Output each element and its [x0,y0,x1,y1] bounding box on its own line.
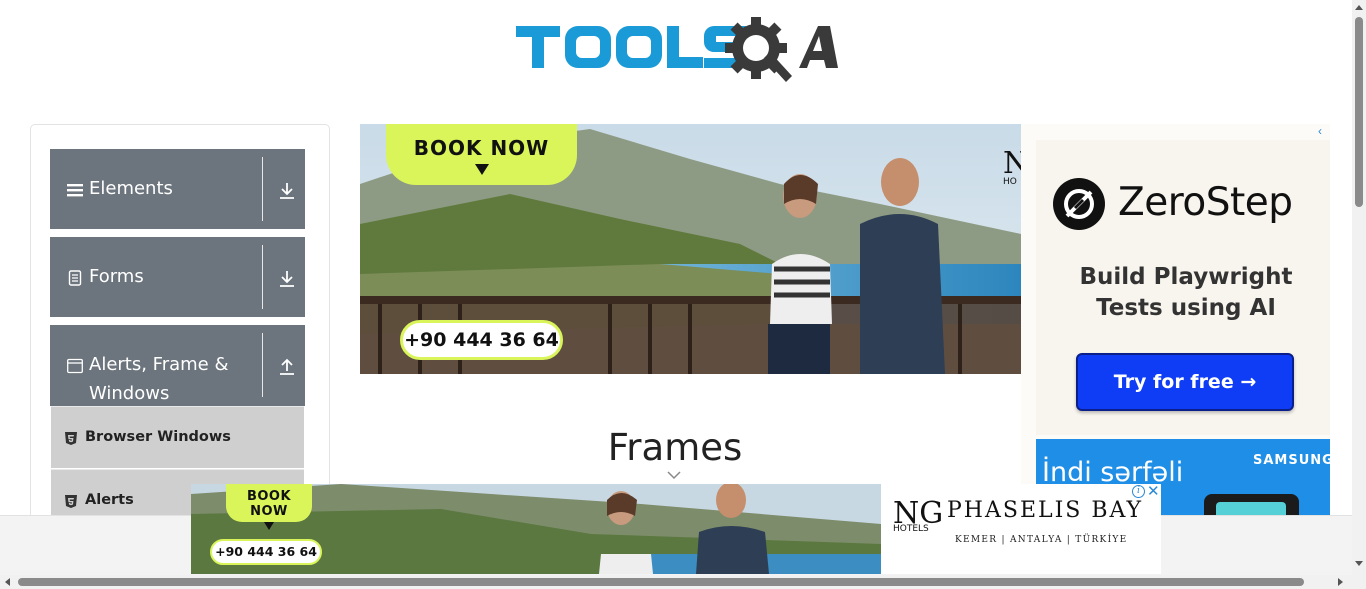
menu-item-label: Alerts [85,492,134,508]
divider [262,333,263,397]
divider [262,245,263,309]
toolsqa-logo[interactable] [516,14,841,92]
hotel-location: KEMER | ANTALYA | TÜRKİYE [955,535,1128,545]
phone-image [1204,494,1299,515]
download-arrow-icon[interactable] [278,182,296,200]
scroll-left-icon[interactable] [5,578,10,586]
chevron-down-icon [667,471,681,480]
scroll-up-icon[interactable] [1355,5,1363,10]
page-title: Frames [607,426,743,469]
vertical-scroll-thumb[interactable] [1355,17,1363,207]
menu-group-label-line2: Windows [89,383,170,404]
tagline-line-1: Build Playwright [1079,264,1293,290]
side-ad[interactable]: ‹ ZeroStep Build Playwright Tests using … [1021,124,1330,515]
hero-ad[interactable]: BOOK NOW +90 444 36 64 N HO [360,124,1021,374]
adchoices-icon[interactable]: ‹ [1318,124,1330,139]
horizontal-scrollbar[interactable] [0,575,1366,589]
vertical-scrollbar[interactable] [1352,0,1366,575]
menu-group-label: Forms [89,266,144,287]
hotel-brand-box: NG HOTELS PHASELIS BAY KEMER | ANTALYA |… [881,484,1161,574]
ad-info-icon[interactable]: i [1132,485,1145,498]
triangle-down-icon [264,522,274,530]
menu-item-browser-windows[interactable]: Browser Windows [51,406,304,468]
html5-icon [65,495,77,508]
hotel-name: PHASELIS BAY [947,498,1144,523]
page: Elements Forms Alerts, Frame & Windows B… [0,0,1366,589]
phone-number-pill[interactable]: +90 444 36 64 [210,539,322,565]
divider [262,157,263,221]
ng-logo-small: HOTELS [893,524,929,534]
bottom-banner-ad[interactable]: BOOK NOW +90 444 36 64 NG HOTELS PHASELI… [191,484,1161,574]
menu-group-label: Alerts, Frame & [89,354,229,375]
book-now-label: BOOK NOW [246,489,292,519]
ad-close-icon[interactable]: ✕ [1147,484,1160,500]
try-for-free-button[interactable]: Try for free → [1076,353,1294,411]
hotel-brand-partial: N HO [1003,146,1021,187]
zerostep-tagline: Build Playwright Tests using AI [1036,262,1330,324]
menu-group-forms[interactable]: Forms [50,237,305,317]
hotel-brand-letter: N [1003,146,1021,181]
menu-group-elements[interactable]: Elements [50,149,305,229]
menu-group-label: Elements [89,178,173,199]
triangle-down-icon [474,164,489,175]
upload-arrow-icon[interactable] [278,358,296,376]
document-icon [68,270,82,286]
scroll-right-icon[interactable] [1338,578,1343,586]
window-icon [67,358,83,374]
zerostep-logo-icon [1053,178,1105,230]
menu-group-alerts-frame-windows[interactable]: Alerts, Frame & Windows [50,325,305,406]
tagline-line-2: Tests using AI [1096,295,1276,321]
book-now-label: BOOK NOW [413,136,550,160]
html5-icon [65,432,77,445]
book-now-button[interactable]: BOOK NOW [226,484,312,530]
scroll-down-icon[interactable] [1355,561,1363,566]
zerostep-brand-name: ZeroStep [1118,180,1293,225]
book-now-button[interactable]: BOOK NOW [386,124,577,185]
hamburger-icon [67,184,83,197]
horizontal-scroll-thumb[interactable] [18,578,1304,586]
download-arrow-icon[interactable] [278,270,296,288]
samsung-brand: SAMSUNG [1253,453,1330,468]
phone-number-pill[interactable]: +90 444 36 64 [400,320,563,360]
menu-item-label: Browser Windows [85,429,231,445]
zerostep-ad-card[interactable]: ZeroStep Build Playwright Tests using AI… [1036,140,1330,435]
